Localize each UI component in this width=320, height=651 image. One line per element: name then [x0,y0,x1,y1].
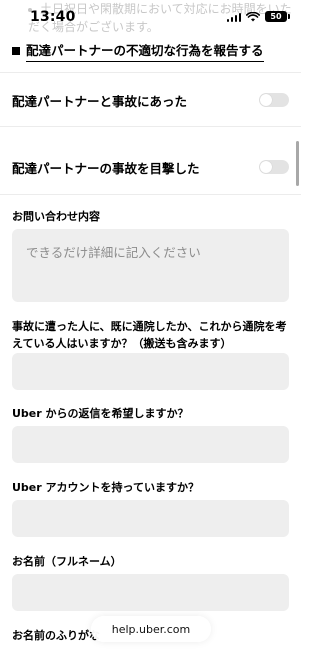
square-bullet-icon [12,47,20,55]
status-bar: 13:40 50 [0,0,301,30]
inquiry-placeholder: できるだけ詳細に記入ください [26,245,201,260]
reply-question-label: Uber からの返信を希望しますか？ [12,407,189,420]
divider [0,194,301,195]
divider [0,126,301,127]
reply-select[interactable] [12,426,289,463]
toggle-label-witness: 配達パートナーの事故を目撃した [12,160,200,176]
hospital-select[interactable] [12,353,289,390]
toggle-knob [260,94,272,106]
toggle-row-witness[interactable]: 配達パートナーの事故を目撃した [12,143,289,191]
full-name-input[interactable] [12,574,289,611]
account-select[interactable] [12,500,289,537]
browser-url: help.uber.com [111,622,191,636]
browser-url-bar[interactable]: help.uber.com [91,616,211,642]
accident-toggle[interactable] [259,93,289,107]
status-time: 13:40 [30,9,76,25]
hospital-question-label: 事故に遭った人に、既に通院したか、これから通院を考えている人はいますか？（搬送も… [12,320,287,350]
signal-icon [226,12,241,22]
wifi-icon [246,11,260,21]
inquiry-label: お問い合わせ内容 [12,210,100,223]
status-icons: 50 [226,11,290,22]
toggle-label-accident: 配達パートナーと事故にあった [12,93,188,109]
witness-toggle[interactable] [259,160,289,174]
toggle-knob [260,161,272,173]
account-question-label: Uber アカウントを持っていますか？ [12,481,199,494]
divider [0,72,301,73]
inquiry-textarea[interactable]: できるだけ詳細に記入ください [12,229,289,302]
section-header: 配達パートナーの不適切な行為を報告する [12,40,264,62]
full-name-label: お名前（フルネーム） [12,555,122,568]
battery-icon: 50 [265,11,290,22]
section-title: 配達パートナーの不適切な行為を報告する [26,40,264,62]
toggle-row-accident[interactable]: 配達パートナーと事故にあった [12,76,289,124]
scrollbar[interactable] [296,141,299,186]
